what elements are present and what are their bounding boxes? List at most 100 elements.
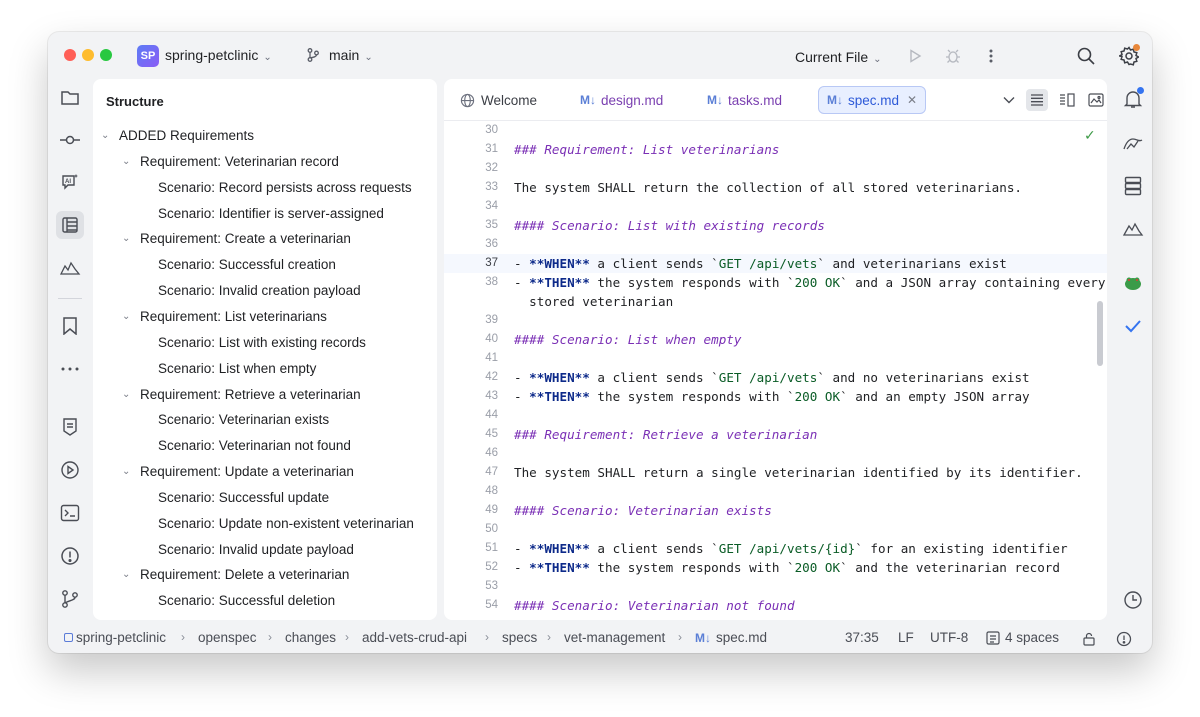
- tree-item-scenario[interactable]: Scenario: Invalid update payload: [158, 537, 354, 562]
- breadcrumb-item[interactable]: changes: [285, 630, 336, 645]
- tree-item-requirement[interactable]: ⌄ Requirement: List veterinarians: [122, 304, 327, 329]
- breadcrumb-label: spec.md: [716, 630, 768, 645]
- code-token: #### Scenario: Veterinarian not found: [514, 598, 795, 613]
- tab-design-md[interactable]: M↓ design.md: [572, 86, 671, 114]
- tree-item-section[interactable]: ⌄ ADDED Requirements: [101, 123, 254, 148]
- tree-item-scenario[interactable]: Scenario: Invalid creation payload: [158, 278, 361, 303]
- tree-item-label: Scenario: Record persists across request…: [158, 179, 412, 195]
- line-number: 49: [485, 504, 498, 516]
- editor-scrollbar[interactable]: [1097, 301, 1103, 366]
- plugin-frog-icon[interactable]: [1118, 268, 1148, 298]
- line-number: 35: [485, 219, 498, 231]
- chevron-down-icon[interactable]: ⌄: [122, 466, 140, 477]
- tree-item-requirement[interactable]: ⌄ Requirement: Delete a veterinarian: [122, 562, 349, 587]
- chevron-down-icon[interactable]: ⌄: [122, 311, 140, 322]
- inspections-warning-icon[interactable]: [1116, 631, 1132, 650]
- database-icon[interactable]: [1118, 171, 1148, 201]
- breadcrumb-item[interactable]: spring-petclinic: [76, 630, 166, 645]
- breadcrumb-item[interactable]: add-vets-crud-api: [362, 630, 467, 645]
- close-window-button[interactable]: [64, 49, 76, 61]
- debug-icon[interactable]: [941, 44, 965, 68]
- caret-position[interactable]: 37:35: [845, 630, 879, 645]
- tree-item-scenario[interactable]: Scenario: List when empty: [158, 356, 316, 381]
- tree-item-scenario[interactable]: Scenario: Record persists across request…: [158, 175, 412, 200]
- chevron-down-icon[interactable]: ⌄: [122, 233, 140, 244]
- services-icon[interactable]: [56, 254, 84, 282]
- problems-icon[interactable]: [56, 542, 84, 570]
- code-with-me-icon[interactable]: [1118, 128, 1148, 158]
- tree-item-scenario[interactable]: Scenario: Veterinarian exists: [158, 407, 329, 432]
- chevron-down-icon[interactable]: ⌄: [101, 130, 119, 141]
- code-token: -: [514, 389, 530, 404]
- build-icon[interactable]: [56, 413, 84, 441]
- preview-only-icon[interactable]: [1085, 89, 1107, 111]
- branch-selector[interactable]: main ⌄: [329, 47, 373, 63]
- close-tab-icon[interactable]: ✕: [907, 93, 917, 107]
- markdown-icon: M↓: [695, 631, 711, 645]
- line-number: 42: [485, 371, 498, 383]
- tree-item-requirement[interactable]: ⌄ Requirement: Update a veterinarian: [122, 459, 354, 484]
- tab-welcome[interactable]: Welcome: [452, 86, 545, 114]
- settings-gear-icon[interactable]: [1117, 44, 1141, 68]
- tab-list-chevron-icon[interactable]: [998, 89, 1020, 111]
- project-folder-icon[interactable]: [56, 84, 84, 112]
- terminal-icon[interactable]: [56, 499, 84, 527]
- commit-icon[interactable]: [56, 126, 84, 154]
- tab-tasks-md[interactable]: M↓ tasks.md: [699, 86, 790, 114]
- tree-item-scenario[interactable]: Scenario: Veterinarian not found: [158, 433, 351, 458]
- tasks-check-icon[interactable]: [1118, 311, 1148, 341]
- line-ending[interactable]: LF: [898, 630, 914, 645]
- bookmarks-icon[interactable]: [56, 312, 84, 340]
- notifications-bell-icon[interactable]: [1118, 84, 1148, 114]
- line-number: 54: [485, 599, 498, 611]
- line-number: 50: [485, 523, 498, 535]
- strip-divider: [58, 298, 82, 299]
- git-icon[interactable]: [56, 585, 84, 613]
- breadcrumb-item[interactable]: M↓ spec.md: [695, 630, 767, 645]
- code-token: The system SHALL return a single veterin…: [514, 465, 1083, 480]
- branch-icon: [305, 47, 321, 68]
- history-clock-icon[interactable]: [1118, 585, 1148, 615]
- run-icon[interactable]: [903, 44, 927, 68]
- breadcrumb-item[interactable]: vet-management: [564, 630, 665, 645]
- tree-item-requirement[interactable]: ⌄ Requirement: Retrieve a veterinarian: [122, 382, 361, 407]
- structure-icon[interactable]: [56, 211, 84, 239]
- editor-tab-bar: Welcome M↓ design.md M↓ tasks.md M↓ spec…: [444, 79, 1107, 121]
- code-token: the system responds with `: [589, 275, 795, 290]
- code-editor[interactable]: 30 31 ### Requirement: List veterinarians 3…: [444, 123, 1107, 620]
- tree-item-requirement[interactable]: ⌄ Requirement: Veterinarian record: [122, 149, 339, 174]
- tab-spec-md[interactable]: M↓ spec.md ✕: [818, 86, 927, 114]
- update-badge: [1133, 44, 1140, 51]
- tree-item-scenario[interactable]: Scenario: List with existing records: [158, 330, 366, 355]
- tree-item-scenario[interactable]: Scenario: Update non-existent veterinari…: [158, 511, 414, 536]
- ai-assistant-icon[interactable]: AI: [56, 168, 84, 196]
- more-tools-icon[interactable]: [56, 355, 84, 383]
- zoom-window-button[interactable]: [100, 49, 112, 61]
- project-badge[interactable]: SP: [137, 45, 159, 67]
- run-services-icon[interactable]: [56, 456, 84, 484]
- indent-setting[interactable]: 4 spaces: [986, 630, 1059, 645]
- tree-item-scenario[interactable]: Scenario: Successful creation: [158, 252, 336, 277]
- chevron-down-icon[interactable]: ⌄: [122, 156, 140, 167]
- gradle-icon[interactable]: [1118, 214, 1148, 244]
- tree-item-scenario[interactable]: Scenario: Identifier is server-assigned: [158, 201, 384, 226]
- run-configuration-selector[interactable]: Current File ⌄: [795, 49, 882, 65]
- line-number: 32: [485, 162, 498, 174]
- read-only-lock-icon[interactable]: [1082, 632, 1096, 649]
- tree-item-requirement[interactable]: ⌄ Requirement: Create a veterinarian: [122, 226, 351, 251]
- search-icon[interactable]: [1074, 44, 1098, 68]
- editor-only-view-icon[interactable]: [1026, 89, 1048, 111]
- minimize-window-button[interactable]: [82, 49, 94, 61]
- chevron-down-icon[interactable]: ⌄: [122, 569, 140, 580]
- tree-item-scenario[interactable]: Scenario: Successful deletion: [158, 588, 335, 613]
- split-view-icon[interactable]: [1056, 89, 1078, 111]
- tree-item-label: Requirement: Update a veterinarian: [140, 464, 354, 480]
- breadcrumb-item[interactable]: specs: [502, 630, 537, 645]
- breadcrumb-item[interactable]: openspec: [198, 630, 257, 645]
- tree-item-label: Scenario: Invalid creation payload: [158, 283, 361, 299]
- chevron-down-icon[interactable]: ⌄: [122, 389, 140, 400]
- project-selector[interactable]: spring-petclinic ⌄: [165, 47, 272, 63]
- more-actions-icon[interactable]: [979, 44, 1003, 68]
- tree-item-scenario[interactable]: Scenario: Successful update: [158, 485, 329, 510]
- file-encoding[interactable]: UTF-8: [930, 630, 968, 645]
